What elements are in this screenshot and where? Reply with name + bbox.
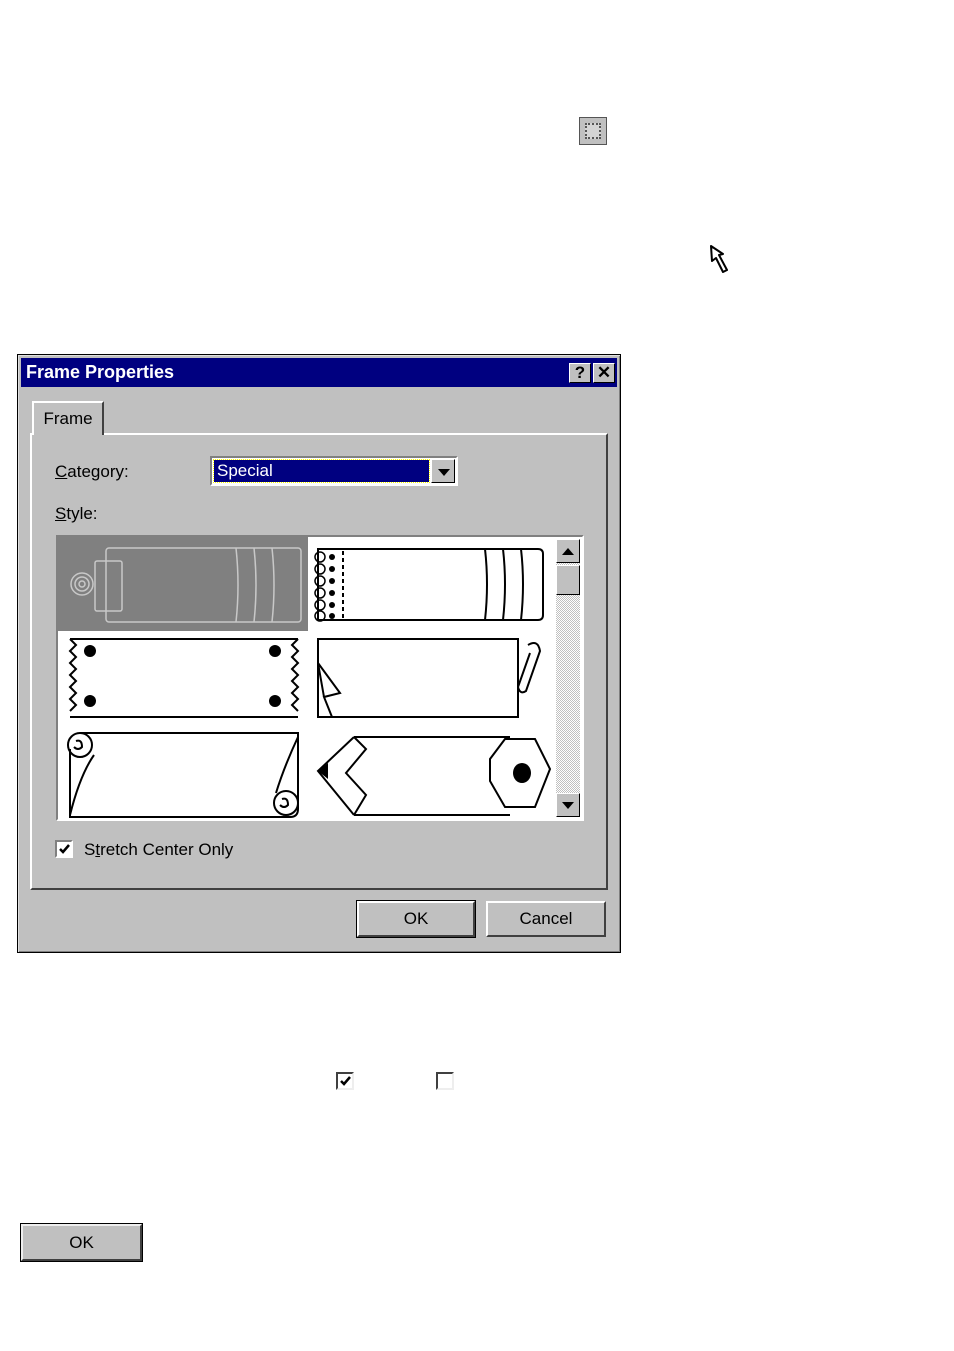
checkmark-icon xyxy=(59,844,70,854)
category-dropdown[interactable]: Special xyxy=(210,456,458,486)
close-icon: ✕ xyxy=(596,362,612,382)
checked-checkbox-sample[interactable] xyxy=(336,1072,354,1090)
stretch-center-checkbox[interactable] xyxy=(55,840,73,858)
title-bar: Frame Properties ? ✕ xyxy=(21,358,617,387)
mnemonic: C xyxy=(55,462,68,481)
label-text: tyle: xyxy=(66,504,98,523)
label-text: ategory: xyxy=(67,462,129,481)
paperclip-frame-icon xyxy=(317,638,542,718)
style-list-scrollbar[interactable] xyxy=(556,539,580,817)
cancel-button[interactable]: Cancel xyxy=(486,901,606,937)
clipboard-frame-icon xyxy=(70,547,302,623)
notebook-frame-icon xyxy=(314,548,544,622)
chevron-down-icon xyxy=(438,469,450,476)
mnemonic: S xyxy=(55,504,67,523)
ok-label: OK xyxy=(403,909,429,928)
ok-button[interactable]: OK xyxy=(356,900,476,938)
scroll-up-button[interactable] xyxy=(556,539,580,563)
style-list[interactable] xyxy=(56,535,584,821)
dialog-title: Frame Properties xyxy=(26,362,175,382)
unchecked-checkbox-sample[interactable] xyxy=(436,1072,454,1090)
label-text: S xyxy=(84,840,96,859)
style-item-scroll[interactable] xyxy=(58,729,308,823)
cancel-label: Cancel xyxy=(519,909,573,928)
style-label: Style: xyxy=(55,504,98,524)
tab-frame[interactable]: Frame xyxy=(32,401,104,435)
pencil-frame-icon xyxy=(316,736,552,816)
chevron-down-icon xyxy=(562,802,574,809)
ok-label: OK xyxy=(69,1232,94,1252)
style-item-paperclip[interactable] xyxy=(310,633,560,727)
help-button[interactable]: ? xyxy=(569,362,591,383)
label-text: retch Center Only xyxy=(100,840,234,859)
arrow-cursor-icon xyxy=(710,245,728,273)
style-item-torn-edges[interactable] xyxy=(58,633,308,727)
stretch-center-label[interactable]: Stretch Center Only xyxy=(84,840,233,860)
chevron-up-icon xyxy=(562,548,574,555)
scroll-thumb[interactable] xyxy=(556,565,580,595)
style-item-pencil[interactable] xyxy=(310,729,560,823)
frame-properties-dialog: Frame Properties ? ✕ Frame Category: Spe… xyxy=(17,354,621,953)
dropdown-button[interactable] xyxy=(431,459,455,483)
close-button[interactable]: ✕ xyxy=(593,362,615,383)
style-item-spiral-notebook[interactable] xyxy=(310,537,560,631)
style-item-clipboard-tabs[interactable] xyxy=(58,537,308,631)
standalone-ok-button[interactable]: OK xyxy=(20,1223,143,1262)
tab-label: Frame xyxy=(43,409,93,428)
category-value: Special xyxy=(213,459,430,483)
frame-inner xyxy=(585,123,601,139)
frame-tool-icon[interactable] xyxy=(579,117,607,145)
scroll-frame-icon xyxy=(67,732,299,818)
category-label: Category: xyxy=(55,462,129,482)
help-icon: ? xyxy=(574,362,586,382)
checkmark-icon xyxy=(340,1076,351,1086)
torn-edge-frame-icon xyxy=(68,638,300,718)
scroll-down-button[interactable] xyxy=(556,793,580,817)
